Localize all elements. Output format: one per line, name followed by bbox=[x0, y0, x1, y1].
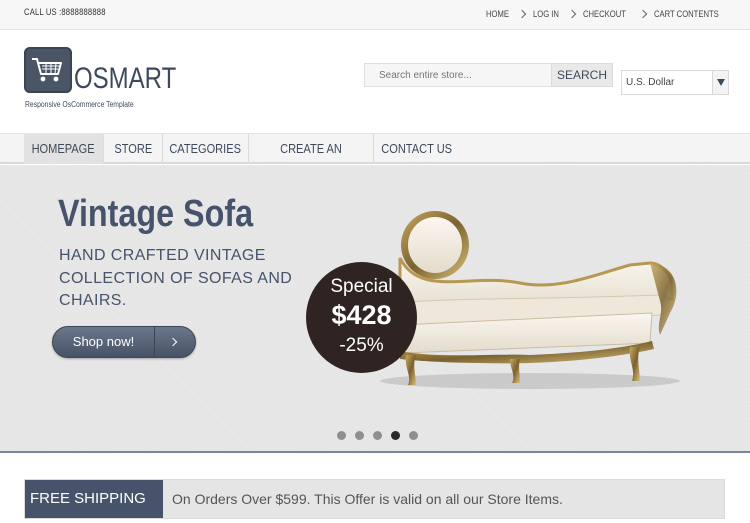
link-cart-contents[interactable]: CART CONTENTS bbox=[654, 9, 719, 19]
search-button[interactable]: SEARCH bbox=[551, 63, 613, 87]
logo-text[interactable]: OSMART bbox=[74, 62, 176, 96]
chevron-right-icon bbox=[568, 9, 577, 19]
top-links: HOME LOG IN CHECKOUT CART CONTENTS bbox=[486, 9, 730, 19]
call-us-text: CALL US :8888888888 bbox=[24, 7, 106, 17]
nav-item-create-account[interactable]: CREATE AN ACCOUNT bbox=[249, 134, 374, 186]
currency-selected-value: U.S. Dollar bbox=[626, 77, 675, 88]
main-nav: HOMEPAGE STORE CATEGORIES CREATE AN ACCO… bbox=[0, 133, 750, 186]
special-price-badge: Special $428 -25% bbox=[306, 262, 417, 373]
free-shipping-banner: FREE SHIPPING On Orders Over $599. This … bbox=[24, 479, 725, 519]
badge-label: Special bbox=[330, 276, 393, 297]
logo-tagline: Responsive OsCommerce Template bbox=[25, 100, 134, 109]
hero-slider: Vintage Sofa HAND CRAFTED VINTAGE COLLEC… bbox=[0, 165, 750, 453]
badge-price: $428 bbox=[331, 300, 392, 330]
slider-dot[interactable] bbox=[373, 431, 382, 440]
chevron-right-icon bbox=[638, 9, 648, 19]
nav-item-homepage[interactable]: HOMEPAGE bbox=[24, 134, 104, 164]
search-input[interactable] bbox=[364, 63, 552, 87]
slider-dot-active[interactable] bbox=[391, 431, 400, 440]
shop-now-button[interactable]: Shop now! bbox=[52, 326, 196, 358]
slider-pagination bbox=[337, 431, 418, 440]
slide-description: HAND CRAFTED VINTAGE COLLECTION OF SOFAS… bbox=[59, 247, 293, 309]
chevron-right-icon bbox=[155, 327, 195, 357]
currency-select[interactable]: U.S. Dollar bbox=[621, 70, 729, 95]
nav-item-contact-us[interactable]: CONTACT US bbox=[374, 134, 460, 164]
shop-now-label: Shop now! bbox=[53, 327, 155, 357]
nav-label: CATEGORIES bbox=[169, 141, 242, 156]
free-shipping-tag: FREE SHIPPING bbox=[25, 480, 163, 518]
slider-dot[interactable] bbox=[337, 431, 346, 440]
logo-cart-icon[interactable] bbox=[24, 47, 72, 93]
chevron-right-icon bbox=[517, 9, 527, 19]
nav-item-categories[interactable]: CATEGORIES bbox=[163, 134, 249, 164]
slider-dot[interactable] bbox=[355, 431, 364, 440]
slide-title: Vintage Sofa bbox=[58, 193, 254, 235]
slider-dot[interactable] bbox=[409, 431, 418, 440]
link-log-in[interactable]: LOG IN bbox=[533, 9, 559, 19]
nav-label: CONTACT US bbox=[381, 141, 453, 156]
top-bar: CALL US :8888888888 HOME LOG IN CHECKOUT… bbox=[0, 0, 750, 30]
free-shipping-text: On Orders Over $599. This Offer is valid… bbox=[172, 491, 563, 507]
link-home[interactable]: HOME bbox=[486, 9, 509, 19]
nav-item-store[interactable]: STORE bbox=[104, 134, 163, 164]
nav-label: HOMEPAGE bbox=[31, 141, 96, 156]
link-checkout[interactable]: CHECKOUT bbox=[583, 9, 626, 19]
badge-discount: -25% bbox=[339, 335, 384, 356]
chevron-down-icon bbox=[712, 71, 728, 94]
nav-label: STORE bbox=[114, 141, 152, 156]
